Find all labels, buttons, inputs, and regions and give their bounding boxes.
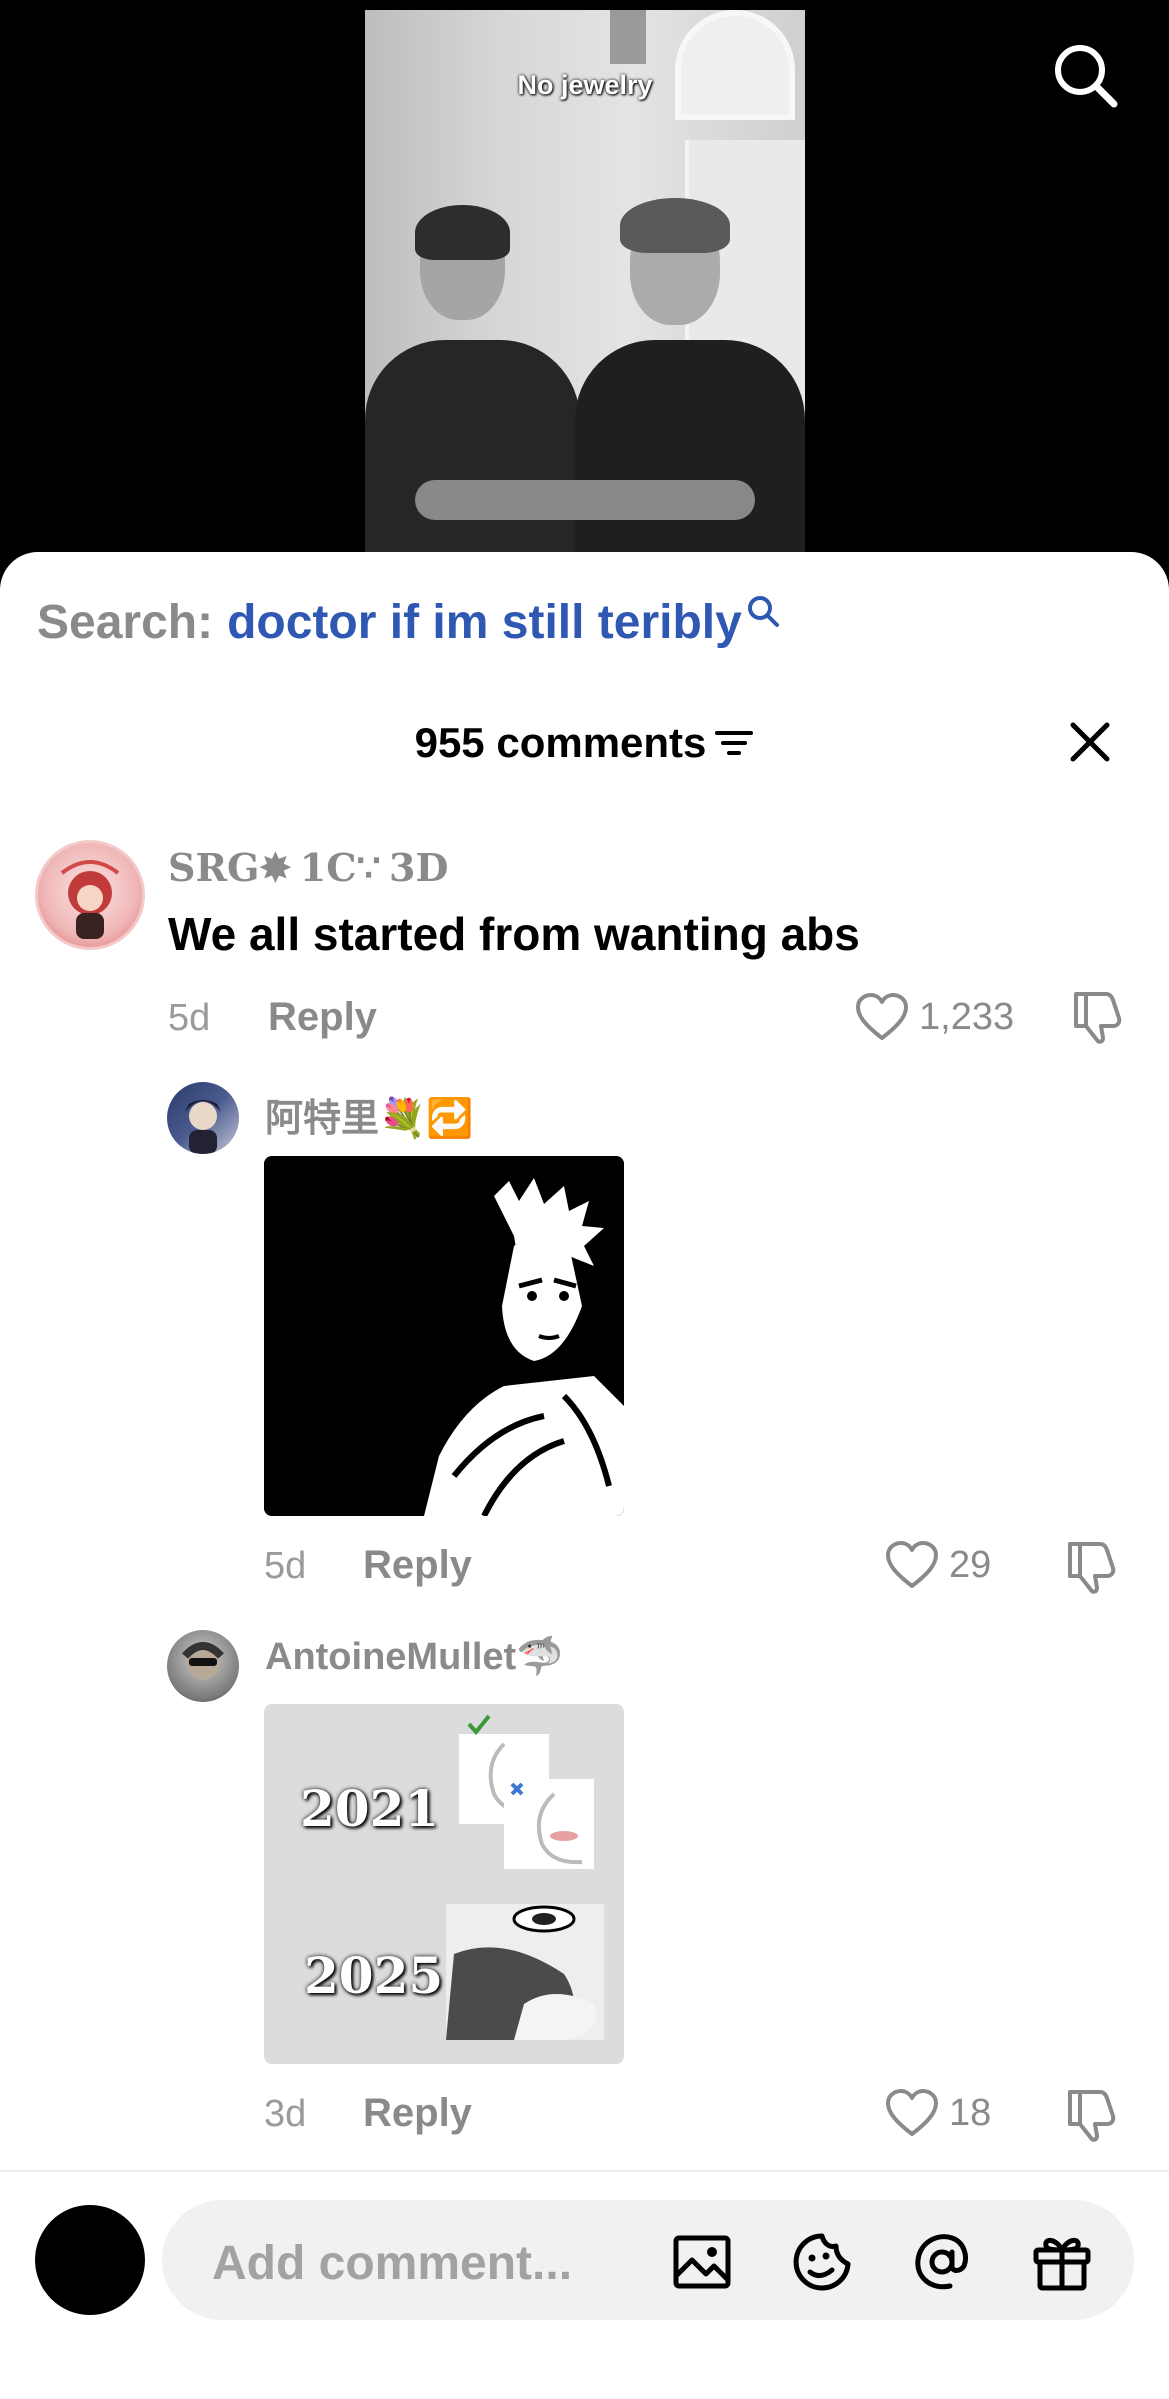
video-vent-detail xyxy=(610,10,646,64)
comment-input[interactable]: Add comment... xyxy=(162,2200,1134,2320)
comment-username[interactable]: 阿特里💐🔁 xyxy=(265,1087,474,1142)
comment-count[interactable]: 955 comments xyxy=(0,719,1169,767)
comment-age: 5d xyxy=(264,1545,307,1587)
meme-illustration xyxy=(446,1714,604,2040)
video-frame[interactable]: No jewelry xyxy=(365,10,805,555)
search-suggestion[interactable]: Search: doctor if im still teribly xyxy=(37,592,780,652)
heart-icon xyxy=(886,2089,938,2136)
heart-icon xyxy=(856,993,908,1040)
like-count: 29 xyxy=(949,1543,992,1586)
sort-filter-icon[interactable] xyxy=(714,726,754,760)
emoji-sticker-icon[interactable] xyxy=(790,2230,854,2294)
search-term-link[interactable]: doctor if im still teribly xyxy=(227,595,742,650)
anime-image-illustration xyxy=(264,1156,624,1516)
search-small-icon[interactable] xyxy=(746,594,780,628)
video-player[interactable]: No jewelry xyxy=(0,0,1169,560)
close-icon[interactable] xyxy=(1065,717,1115,767)
like-count: 1,233 xyxy=(919,995,1015,1038)
person-right-body xyxy=(575,340,805,555)
comment-text: We all started from wanting abs xyxy=(168,908,860,960)
avatar[interactable] xyxy=(35,840,145,950)
person-right-hair xyxy=(620,198,730,253)
comment-input-placeholder[interactable]: Add comment... xyxy=(212,2236,572,2291)
current-user-avatar[interactable] xyxy=(35,2205,145,2315)
reply-button[interactable]: Reply xyxy=(363,2091,472,2136)
like-count: 18 xyxy=(949,2091,992,2134)
comment-age: 5d xyxy=(168,997,211,1039)
hands-detail xyxy=(415,480,755,520)
avatar[interactable] xyxy=(167,1082,239,1154)
person-left-hair xyxy=(415,205,510,260)
like-button[interactable]: 29 xyxy=(885,1540,991,1590)
comment-image[interactable] xyxy=(264,1156,624,1516)
video-window-detail xyxy=(675,10,795,120)
person-left-body xyxy=(365,340,580,555)
reply-button[interactable]: Reply xyxy=(363,1543,472,1588)
like-button[interactable]: 1,233 xyxy=(855,992,1014,1042)
comment-username[interactable]: AntoineMullet🦈 xyxy=(265,1635,564,1679)
comment-image[interactable]: 2021 2025 xyxy=(264,1704,624,2064)
comments-header: 955 comments xyxy=(0,707,1169,777)
avatar-illustration xyxy=(60,860,120,939)
avatar-illustration xyxy=(185,1100,221,1154)
comment-age: 3d xyxy=(264,2093,307,2135)
mention-icon[interactable] xyxy=(910,2230,974,2294)
search-prefix: Search: xyxy=(37,595,214,649)
avatar[interactable] xyxy=(167,1630,239,1702)
dislike-icon[interactable] xyxy=(1062,1538,1120,1596)
comment-composer: Add comment... xyxy=(0,2170,1169,2399)
search-icon[interactable] xyxy=(1050,40,1120,110)
video-caption: No jewelry xyxy=(517,70,653,100)
like-button[interactable]: 18 xyxy=(885,2088,991,2138)
reply-button[interactable]: Reply xyxy=(268,995,377,1040)
avatar-illustration xyxy=(182,1642,224,1680)
gift-icon[interactable] xyxy=(1030,2230,1094,2294)
comments-sheet: Search: doctor if im still teribly 955 c… xyxy=(0,552,1169,2399)
heart-icon xyxy=(886,1541,938,1588)
dislike-icon[interactable] xyxy=(1062,2086,1120,2144)
comment-username[interactable]: SRG✸ 1C∵ 3D xyxy=(168,845,448,890)
image-icon[interactable] xyxy=(670,2230,734,2294)
comment-count-label: 955 comments xyxy=(414,719,707,766)
dislike-icon[interactable] xyxy=(1068,988,1126,1046)
